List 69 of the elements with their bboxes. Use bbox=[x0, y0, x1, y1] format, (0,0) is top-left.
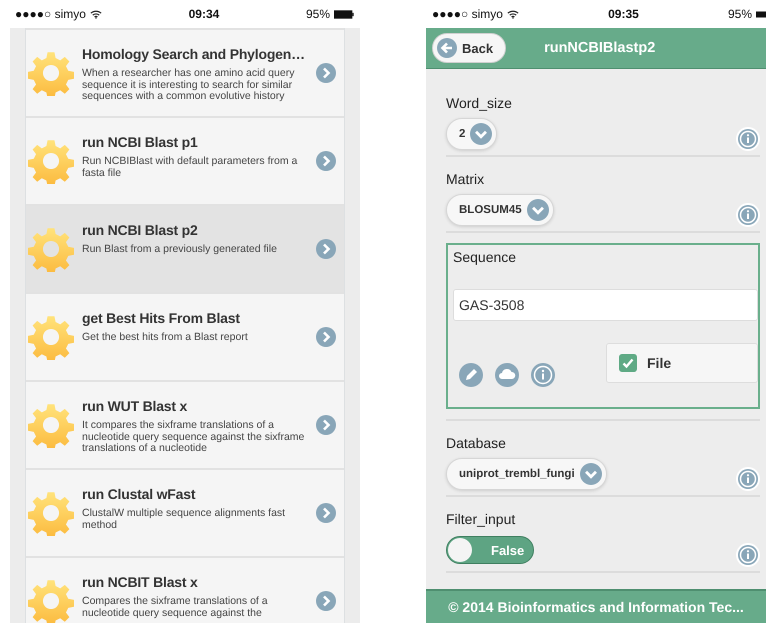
carrier-text: ●●●●○ simyo bbox=[15, 7, 86, 21]
gear-icon bbox=[28, 578, 74, 623]
tool-title: run NCBI Blast p1 bbox=[82, 133, 198, 152]
dropdown-select[interactable]: 2 bbox=[446, 118, 498, 150]
info-icon[interactable] bbox=[736, 127, 760, 151]
info-icon[interactable] bbox=[531, 363, 555, 387]
tool-list-item[interactable]: run NCBI Blast p1 Run NCBIBlast with default parameters from a fasta file bbox=[26, 116, 344, 204]
parameter-label: Matrix bbox=[446, 171, 486, 187]
dropdown-select[interactable]: BLOSUM45 bbox=[446, 194, 554, 226]
parameter-label: Sequence bbox=[453, 249, 518, 265]
gear-icon bbox=[28, 490, 74, 536]
tool-list-item[interactable]: run NCBI Blast p2 Run Blast from a previously generated file bbox=[26, 204, 344, 292]
chevron-right-icon bbox=[316, 239, 336, 259]
info-icon[interactable] bbox=[736, 467, 760, 491]
gear-icon bbox=[28, 138, 74, 184]
parameter-label: Word_size bbox=[446, 95, 513, 111]
tool-description: When a researcher has one amino acid query sequence it is interesting to search for similar sequences with a common evolutive history bbox=[82, 68, 296, 102]
tool-title: run WUT Blast x bbox=[82, 397, 188, 416]
chevron-right-icon bbox=[316, 415, 336, 435]
copyright-text: © 2014 Bioinformatics and Information Tec... bbox=[448, 599, 744, 615]
tool-list-item[interactable]: get Best Hits From Blast Get the best hits from a Blast report bbox=[26, 292, 344, 380]
parameter-label: Filter_input bbox=[446, 511, 516, 527]
carrier-text: ●●●●○ simyo bbox=[432, 7, 503, 21]
tool-description: Get the best hits from a Blast report bbox=[82, 332, 249, 344]
dropdown-select[interactable]: uniprot_trembl_fungi bbox=[446, 458, 607, 490]
battery-icon bbox=[756, 10, 766, 18]
chevron-down-icon bbox=[526, 199, 549, 221]
sequence-input[interactable]: GAS-3508 bbox=[453, 289, 758, 321]
pencil-icon[interactable] bbox=[459, 363, 483, 387]
page-title: runNCBIBlastp2 bbox=[544, 40, 656, 56]
tool-title: run NCBI Blast p2 bbox=[82, 221, 198, 240]
tool-list-item[interactable]: run Clustal wFast ClustalW multiple sequence alignments fast method bbox=[26, 468, 344, 556]
tool-list-item[interactable]: run NCBIT Blast x Compares the sixframe translations of a nucleotide query sequence against the bbox=[26, 556, 344, 623]
tool-list-item[interactable]: Homology Search and Phylogen… When a researcher has one amino acid query sequence it is interesting to search for similar sequences with a common evolutive history bbox=[26, 28, 344, 116]
cloud-icon[interactable] bbox=[495, 363, 519, 387]
file-checkbox[interactable]: File bbox=[606, 343, 758, 383]
tool-description: Run Blast from a previously generated file bbox=[82, 244, 278, 256]
chevron-down-icon bbox=[580, 463, 602, 485]
wifi-icon bbox=[506, 10, 519, 18]
tool-title: run Clustal wFast bbox=[82, 485, 196, 504]
info-icon[interactable] bbox=[736, 543, 760, 567]
tool-description: Run NCBIBlast with default parameters from a fasta file bbox=[82, 156, 298, 179]
chevron-right-icon bbox=[316, 503, 336, 523]
gear-icon bbox=[28, 226, 74, 272]
clock-time: 09:35 bbox=[607, 7, 640, 21]
battery-icon bbox=[334, 10, 354, 18]
parameter-label: Database bbox=[446, 435, 507, 451]
tool-description: Compares the sixframe translations of a nucleotide query sequence against the bbox=[82, 596, 269, 619]
chevron-right-icon bbox=[316, 591, 336, 611]
battery-percent: 95% bbox=[728, 7, 752, 21]
gear-icon bbox=[28, 402, 74, 448]
chevron-right-icon bbox=[316, 151, 336, 171]
tool-list-item[interactable]: run WUT Blast x It compares the sixframe translations of a nucleotide query sequence against the sixframe translations of a nucleotide bbox=[26, 380, 344, 468]
battery-percent: 95% bbox=[306, 7, 330, 21]
tool-title: Homology Search and Phylogen… bbox=[82, 45, 305, 64]
back-button[interactable]: Back bbox=[432, 33, 506, 63]
gear-icon bbox=[28, 50, 74, 96]
gear-icon bbox=[28, 314, 74, 360]
chevron-right-icon bbox=[316, 63, 336, 83]
chevron-right-icon bbox=[316, 327, 336, 347]
clock-time: 09:34 bbox=[188, 7, 220, 21]
tool-title: get Best Hits From Blast bbox=[82, 309, 240, 328]
chevron-down-icon bbox=[470, 123, 492, 145]
tool-description: It compares the sixframe translations of a nucleotide query sequence against the sixframe translations of a nucleotide bbox=[82, 420, 306, 454]
checkbox[interactable] bbox=[619, 354, 637, 372]
info-icon[interactable] bbox=[736, 203, 760, 227]
tool-title: run NCBIT Blast x bbox=[82, 573, 198, 592]
tool-description: ClustalW multiple sequence alignments fast method bbox=[82, 508, 286, 531]
wifi-icon bbox=[90, 10, 102, 18]
